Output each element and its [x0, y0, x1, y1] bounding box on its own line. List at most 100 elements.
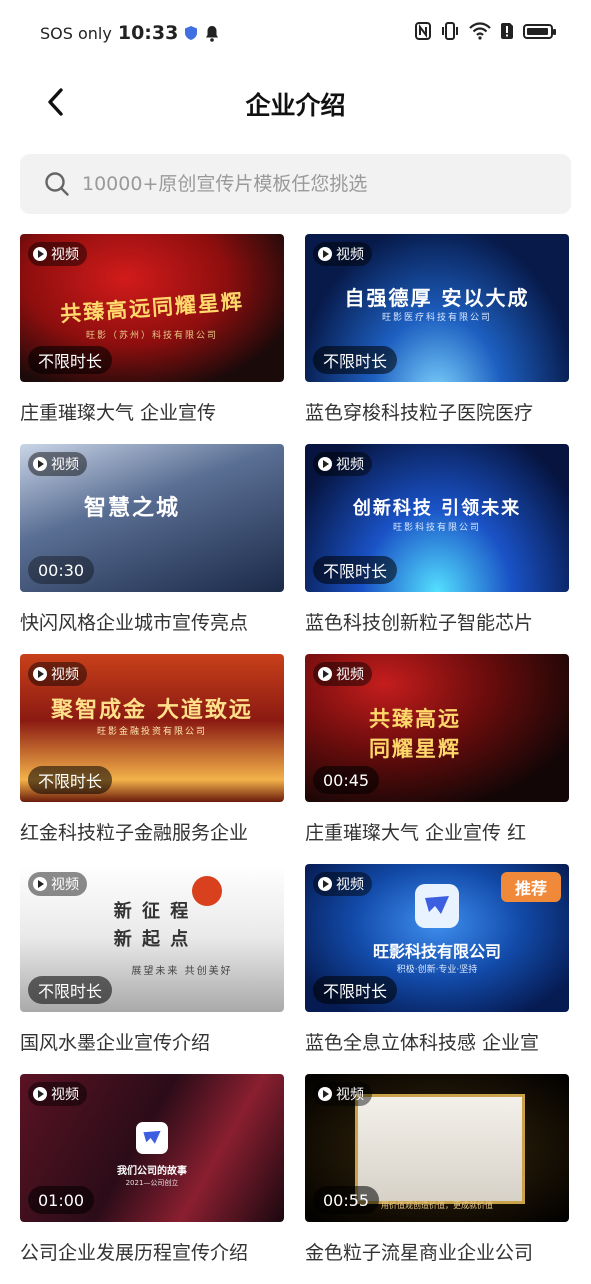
card-caption: 公司企业发展历程宣传介绍 [20, 1242, 249, 1264]
card-caption: 金色粒子流星商业企业公司 [305, 1242, 534, 1264]
search-icon [44, 171, 70, 197]
video-label: 视频 [51, 877, 79, 893]
video-label: 视频 [336, 457, 364, 473]
nfc-icon [415, 22, 431, 40]
thumbnail: 共臻高远 同耀星辉 视频 00:45 [305, 654, 569, 802]
play-icon [33, 1087, 47, 1101]
thumbnail-subtitle: 旺影（苏州）科技有限公司 [85, 331, 218, 341]
duration-badge: 01:00 [28, 1186, 95, 1214]
duration-badge: 不限时长 [313, 346, 398, 374]
play-icon [33, 667, 47, 681]
video-label: 视频 [51, 457, 79, 473]
duration-badge: 00:45 [313, 766, 380, 794]
video-badge: 视频 [313, 1082, 372, 1106]
company-logo-icon [136, 1122, 168, 1154]
play-icon [318, 457, 332, 471]
carrier-text: SOS only [40, 23, 112, 43]
battery-icon [523, 23, 556, 39]
template-card[interactable]: 智慧之城 视频 00:30 快闪风格企业城市宣传亮点 [20, 444, 284, 654]
video-label: 视频 [51, 667, 79, 683]
video-badge: 视频 [313, 242, 372, 266]
office-photo [355, 1094, 525, 1204]
thumbnail-title: 我们公司的故事 [117, 1166, 187, 1177]
video-badge: 视频 [313, 662, 372, 686]
video-badge: 视频 [28, 872, 87, 896]
thumbnail-title: 自强德厚 安以大成 [344, 286, 530, 310]
duration-badge: 不限时长 [28, 976, 113, 1004]
play-icon [318, 877, 332, 891]
thumbnail: 智慧之城 视频 00:30 [20, 444, 284, 592]
thumbnail: 共臻高远同耀星辉 旺影（苏州）科技有限公司 视频 不限时长 [20, 234, 284, 382]
thumbnail: 自强德厚 安以大成 旺影医疗科技有限公司 视频 不限时长 [305, 234, 569, 382]
duration-badge: 00:30 [28, 556, 95, 584]
search-input[interactable] [80, 172, 554, 196]
card-caption: 红金科技粒子金融服务企业 [20, 822, 249, 844]
status-left: SOS only 10:33 [40, 22, 220, 44]
card-caption: 庄重璀璨大气 企业宣传 红 [305, 822, 527, 844]
play-icon [33, 247, 47, 261]
sim-alert-icon [501, 23, 513, 39]
clock: 10:33 [117, 22, 179, 44]
video-badge: 视频 [28, 242, 87, 266]
bell-icon [206, 25, 219, 42]
status-right [415, 22, 556, 40]
template-card[interactable]: 聚智成金 大道致远 旺影金融投资有限公司 视频 不限时长 红金科技粒子金融服务企… [20, 654, 284, 864]
video-badge: 视频 [313, 872, 372, 896]
template-card[interactable]: 创新科技 引领未来 旺影科技有限公司 视频 不限时长 蓝色科技创新粒子智能芯片 [305, 444, 569, 654]
thumbnail: 聚智成金 大道致远 旺影金融投资有限公司 视频 不限时长 [20, 654, 284, 802]
video-badge: 视频 [313, 452, 372, 476]
duration-badge: 不限时长 [28, 346, 113, 374]
thumbnail-subtitle: 旺影科技有限公司 [392, 523, 481, 533]
thumbnail-title: 聚智成金 大道致远 [51, 698, 253, 723]
play-icon [33, 457, 47, 471]
duration-badge: 不限时长 [313, 976, 398, 1004]
template-card[interactable]: 用价值观创造价值，更成就价值 视频 00:55 金色粒子流星商业企业公司 [305, 1074, 569, 1284]
video-label: 视频 [336, 667, 364, 683]
thumbnail: 用价值观创造价值，更成就价值 视频 00:55 [305, 1074, 569, 1222]
vibrate-icon [442, 22, 458, 40]
header: 企业介绍 [0, 66, 591, 140]
card-caption: 庄重璀璨大气 企业宣传 [20, 402, 217, 424]
template-card[interactable]: 自强德厚 安以大成 旺影医疗科技有限公司 视频 不限时长 蓝色穿梭科技粒子医院医… [305, 234, 569, 444]
video-label: 视频 [336, 1087, 364, 1103]
template-card[interactable]: 我们公司的故事 2021—公司创立 视频 01:00 公司企业发展历程宣传介绍 [20, 1074, 284, 1284]
card-caption: 快闪风格企业城市宣传亮点 [20, 612, 249, 634]
page-title: 企业介绍 [245, 91, 346, 120]
recommended-badge: 推荐 [500, 872, 561, 902]
template-card[interactable]: 新 征 程 新 起 点 展望未来 共创美好 视频 不限时长 国风水墨企业宣传介绍 [20, 864, 284, 1074]
card-caption: 蓝色穿梭科技粒子医院医疗 [305, 402, 534, 424]
card-caption: 国风水墨企业宣传介绍 [20, 1032, 211, 1054]
duration-badge: 不限时长 [313, 556, 398, 584]
video-badge: 视频 [28, 452, 87, 476]
company-logo-icon [415, 884, 459, 928]
video-label: 视频 [51, 1087, 79, 1103]
play-icon [33, 877, 47, 891]
shield-icon [185, 26, 198, 40]
thumbnail-subtitle: 积极·创新·专业·坚持 [396, 965, 478, 975]
thumbnail-title: 共臻高远同耀星辉 [59, 289, 245, 327]
thumbnail-subtitle: 旺影金融投资有限公司 [96, 727, 207, 737]
duration-badge: 不限时长 [28, 766, 113, 794]
thumbnail-subtitle: 展望未来 共创美好 [131, 966, 233, 977]
duration-badge: 00:55 [313, 1186, 380, 1214]
thumbnail-title: 旺影科技有限公司 [372, 942, 501, 961]
thumbnail: 旺影科技有限公司 积极·创新·专业·坚持 视频 推荐 不限时长 [305, 864, 569, 1012]
thumbnail-title: 共臻高远 同耀星辉 [369, 707, 461, 761]
thumbnail: 我们公司的故事 2021—公司创立 视频 01:00 [20, 1074, 284, 1222]
wifi-icon [469, 22, 491, 40]
video-label: 视频 [336, 247, 364, 263]
play-icon [318, 247, 332, 261]
template-grid: 共臻高远同耀星辉 旺影（苏州）科技有限公司 视频 不限时长 庄重璀璨大气 企业宣… [20, 234, 571, 1284]
template-card[interactable]: 旺影科技有限公司 积极·创新·专业·坚持 视频 推荐 不限时长 蓝色全息立体科技… [305, 864, 569, 1074]
template-card[interactable]: 共臻高远 同耀星辉 视频 00:45 庄重璀璨大气 企业宣传 红 [305, 654, 569, 864]
play-icon [318, 667, 332, 681]
search-bar[interactable] [20, 154, 571, 214]
template-card[interactable]: 共臻高远同耀星辉 旺影（苏州）科技有限公司 视频 不限时长 庄重璀璨大气 企业宣… [20, 234, 284, 444]
status-bar: SOS only 10:33 [0, 0, 591, 66]
card-caption: 蓝色科技创新粒子智能芯片 [305, 612, 534, 634]
video-badge: 视频 [28, 1082, 87, 1106]
video-label: 视频 [336, 877, 364, 893]
thumbnail: 新 征 程 新 起 点 展望未来 共创美好 视频 不限时长 [20, 864, 284, 1012]
video-label: 视频 [51, 247, 79, 263]
play-icon [318, 1087, 332, 1101]
